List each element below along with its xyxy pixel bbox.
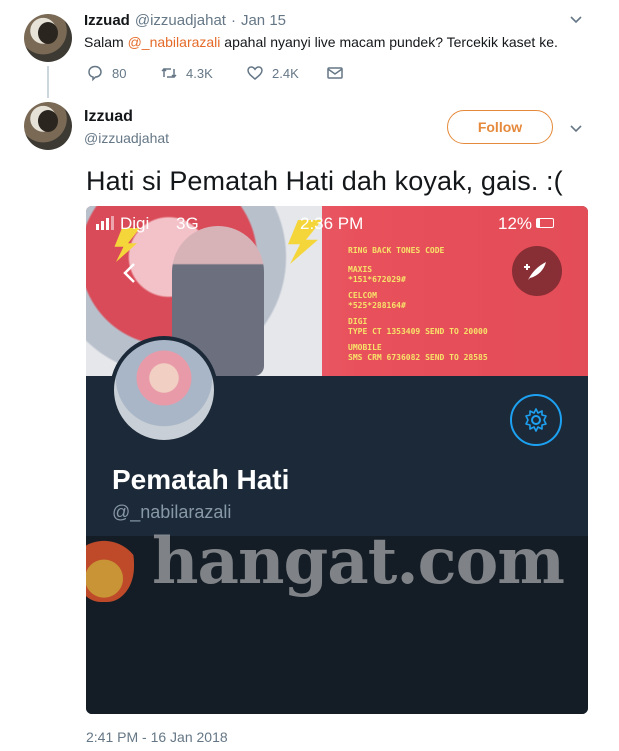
profile-handle: @_nabilarazali (112, 502, 232, 522)
watermark-text: hangat.com (152, 524, 565, 599)
compose-button[interactable] (512, 246, 562, 296)
tweet-text: Salam @_nabilarazali apahal nyanyi live … (84, 34, 558, 50)
profile-avatar[interactable] (110, 336, 218, 444)
mention-link[interactable]: @_nabilarazali (128, 34, 221, 50)
media-image[interactable]: RING BACK TONES CODE MAXIS *151*672029# … (86, 206, 588, 714)
tweet-date[interactable]: Jan 15 (241, 12, 286, 29)
chevron-down-icon[interactable] (569, 121, 583, 138)
network-label: 3G (176, 214, 199, 233)
feather-icon (524, 262, 546, 280)
avatar[interactable] (24, 14, 72, 62)
chevron-down-icon[interactable] (569, 12, 583, 29)
author-name[interactable]: Izzuad (84, 108, 133, 126)
status-bar: Digi 3G 2:36 PM 12% (86, 212, 588, 236)
tweet-text: Hati si Pematah Hati dah koyak, gais. :( (86, 166, 563, 196)
separator: · (230, 12, 236, 29)
avatar[interactable] (24, 102, 72, 150)
reply-icon (88, 65, 102, 82)
settings-button[interactable] (510, 394, 562, 446)
author-handle[interactable]: @izzuadjahat (135, 12, 226, 29)
heart-icon (247, 66, 263, 80)
reply-count: 80 (112, 65, 127, 81)
clock-label: 2:36 PM (300, 214, 364, 233)
retweet-count: 4.3K (186, 65, 213, 81)
battery-icon (536, 218, 554, 228)
author-handle[interactable]: @izzuadjahat (84, 130, 169, 146)
signal-icon (96, 216, 114, 230)
like-count: 2.4K (272, 65, 299, 81)
author-name[interactable]: Izzuad (84, 12, 130, 29)
gear-icon (525, 408, 547, 432)
like-button[interactable]: 2.4K (246, 64, 326, 82)
envelope-icon (327, 67, 343, 79)
thread-line (47, 66, 49, 98)
tweet-timestamp[interactable]: 2:41 PM - 16 Jan 2018 (86, 729, 228, 745)
direct-message-button[interactable] (326, 64, 344, 82)
carrier-label: Digi (120, 214, 150, 233)
back-icon[interactable] (122, 262, 138, 289)
battery-label: 12% (498, 214, 533, 233)
follow-button[interactable]: Follow (447, 110, 553, 144)
retweet-icon (161, 67, 177, 79)
retweet-button[interactable]: 4.3K (160, 64, 246, 82)
reply-button[interactable]: 80 (86, 64, 160, 82)
profile-name: Pematah Hati (112, 464, 290, 495)
